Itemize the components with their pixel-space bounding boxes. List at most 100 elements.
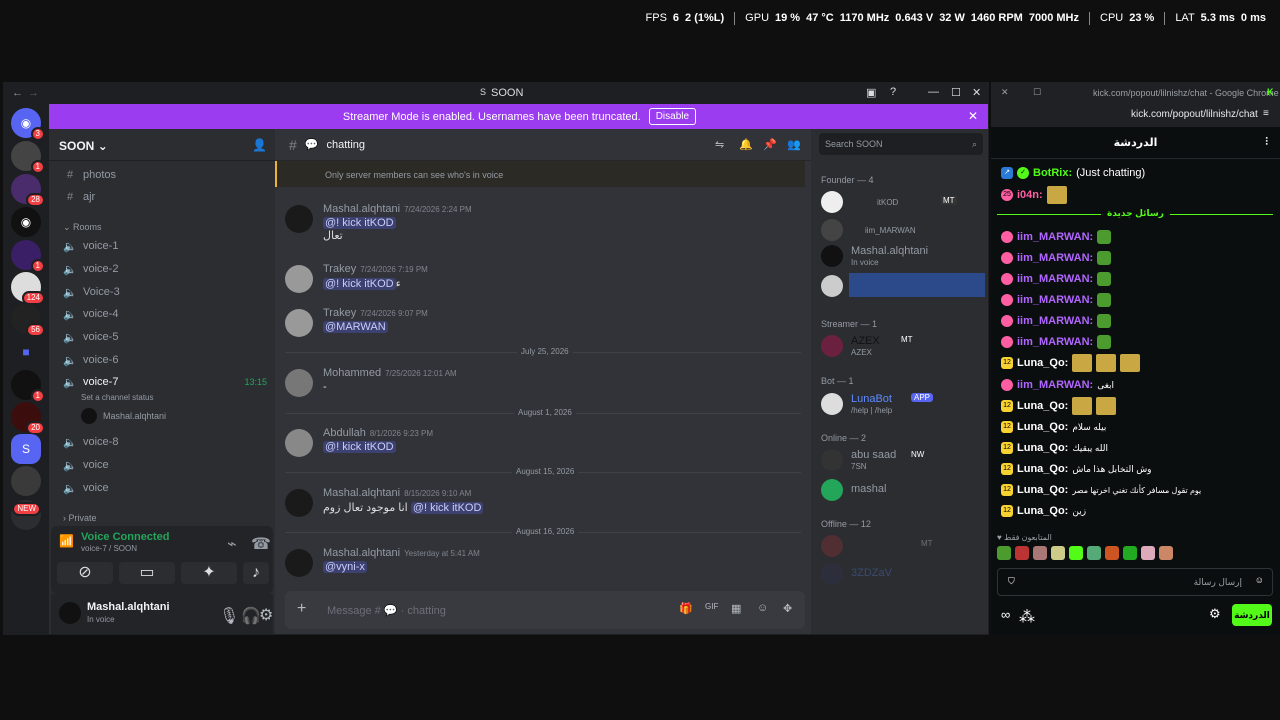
channel-ajr[interactable]: # ajr (57, 187, 267, 207)
mention[interactable]: @! kick itKOD (410, 502, 484, 514)
microphone-icon[interactable]: 🎙 (219, 606, 239, 626)
member-item[interactable]: Mashal.alqhtani In voice (821, 243, 981, 269)
voice-channel-9[interactable]: 🔈 voice (57, 455, 267, 475)
gear-icon[interactable]: ⚙ (1209, 606, 1221, 622)
voice-channel-8[interactable]: 🔈 voice-8 (57, 432, 267, 452)
voice-channel-5[interactable]: 🔈 voice-5 (57, 327, 267, 347)
chat-username[interactable]: BotRix: (1033, 167, 1072, 179)
server-icon[interactable]: ◉ (11, 207, 41, 237)
server-icon[interactable]: 124 (11, 272, 45, 305)
emoji-icon[interactable]: ☺ (1255, 575, 1264, 585)
chat-username[interactable]: iim_MARWAN: (1017, 273, 1093, 285)
add-attachment-icon[interactable]: + (297, 600, 306, 618)
member-item[interactable]: mashal (821, 477, 981, 503)
bell-icon[interactable]: 🔔 (739, 138, 753, 151)
voice-channel-4[interactable]: 🔈 voice-4 (57, 304, 267, 324)
voice-user[interactable]: Mashal.alqhtani (81, 407, 261, 425)
mention[interactable]: @vyni-x (323, 561, 367, 573)
server-icon[interactable] (11, 466, 41, 496)
disconnect-icon[interactable]: ☎ (251, 534, 271, 554)
server-icon[interactable]: 28 (11, 174, 45, 207)
gift-icon[interactable]: 🎁 (679, 602, 693, 615)
emote[interactable] (1015, 546, 1029, 560)
member-item[interactable]: iim_MARWAN (821, 217, 981, 243)
avatar[interactable] (285, 489, 313, 517)
server-icon[interactable]: 1 (11, 370, 45, 403)
message-input[interactable]: + Message # 💬 · chatting 🎁 GIF ▦ ☺ ✥ (285, 591, 805, 629)
soundboard-button[interactable]: ♪ (243, 562, 269, 584)
activities-button[interactable]: ✦ (181, 562, 237, 584)
emoji-icon[interactable]: ☺ (757, 602, 768, 614)
mention[interactable]: @! kick itKOD (323, 278, 396, 290)
noise-suppression-icon[interactable]: ⌁ (227, 534, 237, 554)
voice-channel-1[interactable]: 🔈 voice-1 (57, 236, 267, 256)
add-member-icon[interactable]: 👤 (252, 138, 267, 152)
server-icon-soon[interactable]: S (11, 434, 41, 464)
maximize-icon[interactable]: ☐ (951, 86, 961, 99)
users-icon[interactable]: ⫶ (1265, 136, 1268, 149)
voice-channel-6[interactable]: 🔈 voice-6 (57, 350, 267, 370)
avatar[interactable] (285, 549, 313, 577)
chat-username[interactable]: Luna_Qo: (1017, 442, 1068, 454)
members-icon[interactable]: 👥 (787, 138, 801, 151)
sticker-icon[interactable]: ▦ (731, 602, 741, 615)
chat-username[interactable]: i04n: (1017, 189, 1043, 201)
server-header[interactable]: SOON ⌄ 👤 (49, 129, 275, 161)
emote[interactable] (1123, 546, 1137, 560)
folder-icon[interactable]: ■ (11, 337, 41, 367)
server-icon[interactable]: 1 (11, 141, 45, 174)
voice-channel-7[interactable]: 🔈 voice-7 13:15 (57, 372, 267, 392)
voice-channel-3[interactable]: 🔈 Voice-3 (57, 282, 267, 302)
chat-username[interactable]: iim_MARWAN: (1017, 379, 1093, 391)
pin-icon[interactable]: 📌 (763, 138, 777, 151)
infinity-icon[interactable]: ∞ (1001, 607, 1010, 622)
message-author[interactable]: Mohammed 7/25/2026 12:01 AM (323, 367, 457, 379)
help-icon[interactable]: ? (890, 86, 896, 98)
emote[interactable] (1033, 546, 1047, 560)
voice-channel-2[interactable]: 🔈 voice-2 (57, 259, 267, 279)
member-item[interactable]: LunaBot APP/help | /help (821, 391, 981, 417)
chat-username[interactable]: Luna_Qo: (1017, 421, 1068, 433)
close-icon[interactable]: ✕ (1001, 87, 1009, 98)
disable-streamer-mode-button[interactable]: Disable (648, 108, 697, 125)
emote[interactable] (1159, 546, 1173, 560)
emote[interactable] (1087, 546, 1101, 560)
camera-button[interactable]: ⊘ (57, 562, 113, 584)
chat-username[interactable]: Luna_Qo: (1017, 357, 1068, 369)
member-item[interactable]: 3ZDZaV (821, 561, 981, 587)
server-icon[interactable]: 1 (11, 240, 45, 273)
chat-send-button[interactable]: الدردشة (1232, 604, 1272, 626)
close-banner-icon[interactable]: ✕ (968, 109, 978, 123)
rooms-category[interactable]: ⌄ Rooms (63, 222, 102, 233)
mention[interactable]: @! kick itKOD (323, 441, 396, 453)
message-author[interactable]: Mashal.alqhtani 8/15/2026 9:10 AM (323, 487, 471, 499)
server-icon[interactable]: 20 (11, 402, 45, 435)
chat-username[interactable]: Luna_Qo: (1017, 484, 1068, 496)
maximize-icon[interactable]: ☐ (1033, 87, 1041, 98)
users-icon[interactable]: ⁂ (1019, 607, 1035, 627)
threads-icon[interactable]: ⇋ (715, 138, 724, 151)
close-icon[interactable]: ✕ (972, 86, 981, 99)
avatar[interactable] (59, 602, 81, 624)
shield-icon[interactable]: ⛉ (1008, 576, 1015, 587)
chat-username[interactable]: iim_MARWAN: (1017, 315, 1093, 327)
set-channel-status[interactable]: Set a channel status (81, 393, 154, 402)
emote[interactable] (1105, 546, 1119, 560)
mention[interactable]: @! kick itKOD (323, 217, 396, 229)
emote[interactable] (1141, 546, 1155, 560)
avatar[interactable] (285, 429, 313, 457)
member-item[interactable] (821, 273, 985, 299)
back-arrow-icon[interactable]: ← (12, 87, 23, 99)
gif-icon[interactable]: GIF (705, 602, 718, 611)
member-item[interactable]: MT (821, 533, 981, 559)
chat-username[interactable]: iim_MARWAN: (1017, 294, 1093, 306)
avatar[interactable] (285, 205, 313, 233)
minimize-icon[interactable]: — (928, 86, 939, 98)
emote[interactable] (1051, 546, 1065, 560)
message-author[interactable]: Trakey 7/24/2026 9:07 PM (323, 307, 428, 319)
private-category[interactable]: › Private (63, 513, 97, 523)
voice-connected-sub[interactable]: voice-7 / SOON (81, 544, 137, 553)
avatar[interactable] (285, 369, 313, 397)
site-settings-icon[interactable]: ≡ (1263, 108, 1269, 119)
message-author[interactable]: Mashal.alqhtani 7/24/2026 2:24 PM (323, 203, 472, 215)
